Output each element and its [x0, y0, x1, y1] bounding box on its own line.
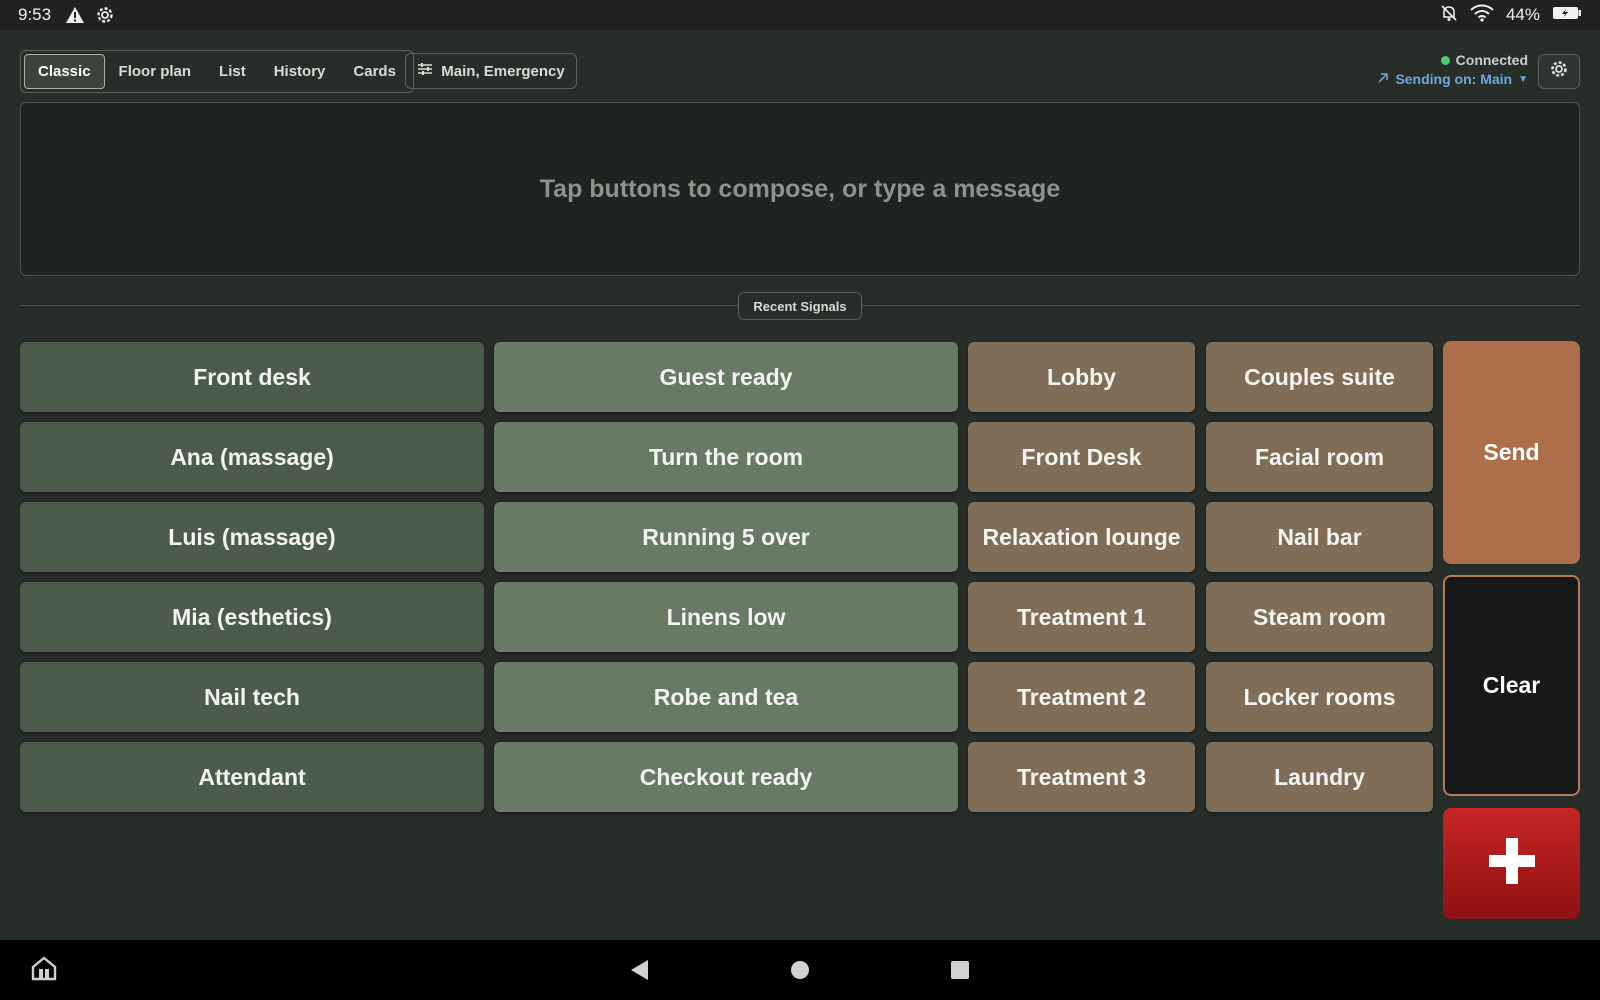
location-button-steam-room[interactable]: Steam room [1206, 582, 1433, 652]
compose-placeholder: Tap buttons to compose, or type a messag… [539, 174, 1061, 203]
sending-channel-dropdown[interactable]: Sending on: Main ▼ [1377, 71, 1528, 87]
location-button-locker-rooms[interactable]: Locker rooms [1206, 662, 1433, 732]
person-button-luis[interactable]: Luis (massage) [20, 502, 484, 572]
recents-icon[interactable] [950, 960, 970, 980]
message-button-running-over[interactable]: Running 5 over [494, 502, 958, 572]
person-button-mia[interactable]: Mia (esthetics) [20, 582, 484, 652]
view-tabs: Classic Floor plan List History Cards [20, 50, 414, 93]
notifications-off-icon [1440, 4, 1458, 27]
tab-history[interactable]: History [260, 54, 340, 89]
system-nav-bar [0, 940, 1600, 1000]
home-icon[interactable] [790, 960, 810, 980]
tab-list[interactable]: List [205, 54, 260, 89]
clock: 9:53 [18, 5, 52, 24]
tab-classic[interactable]: Classic [24, 54, 105, 89]
channel-filter-button[interactable]: Main, Emergency [405, 53, 577, 89]
person-button-ana[interactable]: Ana (massage) [20, 422, 484, 492]
location-button-front-desk[interactable]: Front Desk [968, 422, 1195, 492]
app-main: Classic Floor plan List History Cards Ma… [0, 30, 1600, 940]
location-button-treatment-3[interactable]: Treatment 3 [968, 742, 1195, 812]
tab-cards[interactable]: Cards [339, 54, 410, 89]
chevron-down-icon: ▼ [1518, 73, 1528, 85]
back-icon[interactable] [628, 958, 650, 982]
status-bar: 9:53 44% [0, 0, 1600, 30]
sliders-icon [417, 62, 433, 80]
location-button-couples-suite[interactable]: Couples suite [1206, 342, 1433, 412]
location-button-lobby[interactable]: Lobby [968, 342, 1195, 412]
person-button-front-desk[interactable]: Front desk [20, 342, 484, 412]
location-button-relaxation-lounge[interactable]: Relaxation lounge [968, 502, 1195, 572]
sending-channel-label: Sending on: Main [1395, 71, 1513, 87]
battery-icon [1552, 5, 1582, 25]
connected-dot-icon [1440, 55, 1450, 65]
wifi-icon [1470, 4, 1494, 27]
location-button-laundry[interactable]: Laundry [1206, 742, 1433, 812]
connection-status: Connected Sending on: Main ▼ [1377, 52, 1528, 87]
location-button-facial-room[interactable]: Facial room [1206, 422, 1433, 492]
location-button-nail-bar[interactable]: Nail bar [1206, 502, 1433, 572]
settings-button[interactable] [1538, 54, 1580, 89]
channel-filter-label: Main, Emergency [441, 62, 565, 80]
warning-icon [65, 6, 85, 24]
send-button[interactable]: Send [1443, 341, 1580, 564]
gear-icon [1549, 59, 1569, 84]
arrow-up-right-icon [1377, 71, 1389, 87]
tab-floor-plan[interactable]: Floor plan [105, 54, 206, 89]
connection-label: Connected [1455, 52, 1528, 68]
battery-percent: 44% [1505, 5, 1540, 24]
message-compose-area[interactable]: Tap buttons to compose, or type a messag… [20, 102, 1580, 276]
emergency-button[interactable] [1443, 808, 1580, 919]
message-button-linens-low[interactable]: Linens low [494, 582, 958, 652]
person-button-attendant[interactable]: Attendant [20, 742, 484, 812]
home-app-icon[interactable] [30, 954, 58, 982]
recent-signals-button[interactable]: Recent Signals [738, 292, 862, 320]
location-button-treatment-2[interactable]: Treatment 2 [968, 662, 1195, 732]
clear-button[interactable]: Clear [1443, 575, 1580, 796]
message-button-turn-room[interactable]: Turn the room [494, 422, 958, 492]
location-button-treatment-1[interactable]: Treatment 1 [968, 582, 1195, 652]
message-button-guest-ready[interactable]: Guest ready [494, 342, 958, 412]
gear-icon [95, 5, 115, 25]
person-button-nail-tech[interactable]: Nail tech [20, 662, 484, 732]
plus-icon [1487, 836, 1537, 891]
message-button-robe-tea[interactable]: Robe and tea [494, 662, 958, 732]
message-button-checkout-ready[interactable]: Checkout ready [494, 742, 958, 812]
